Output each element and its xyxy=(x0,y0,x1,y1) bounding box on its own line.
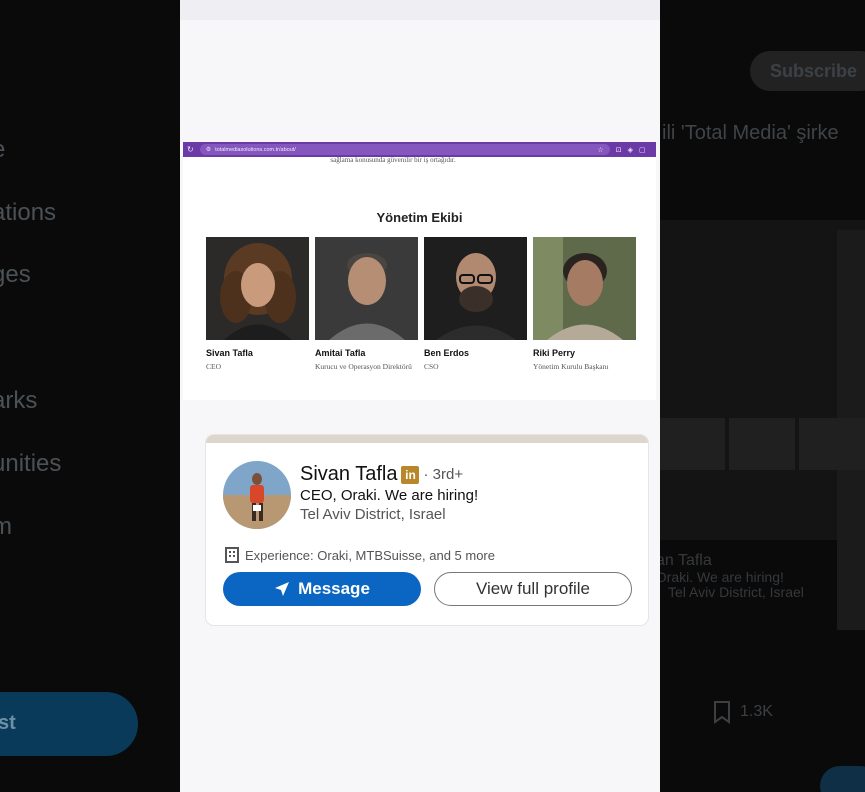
profile-name[interactable]: Sivan Tafla xyxy=(300,463,397,486)
member-role: Yönetim Kurulu Başkanı xyxy=(533,362,609,371)
experience-text: Experience: Oraki, MTBSuisse, and 5 more xyxy=(245,547,495,563)
member-photo xyxy=(315,237,418,340)
top-strip xyxy=(180,0,660,20)
bookmark-icon xyxy=(714,701,730,724)
bg-nav-item: arks xyxy=(0,387,38,414)
send-icon xyxy=(275,582,290,596)
bg-card-location: Tel Aviv District, Israel xyxy=(668,584,804,600)
bg-post-button: st xyxy=(0,692,138,756)
linkedin-badge: in xyxy=(401,465,420,484)
bg-tweet-text: ili 'Total Media' şirke xyxy=(662,122,839,144)
profile-headline: CEO, Oraki. We are hiring! xyxy=(300,487,479,504)
profile-card: Sivan Tafla in · 3rd+ CEO, Oraki. We are… xyxy=(206,435,648,625)
team-member: Riki Perry Yönetim Kurulu Başkanı xyxy=(533,237,636,373)
member-name: Ben Erdos xyxy=(424,348,470,358)
bg-nav-item: ations xyxy=(0,199,57,226)
name-row: Sivan Tafla in · 3rd+ xyxy=(300,463,463,486)
bg-bubble xyxy=(820,766,865,792)
tune-icon: ⚙ xyxy=(205,147,212,153)
message-button[interactable]: Message xyxy=(223,572,421,606)
bg-bookmark: 1.3K xyxy=(712,700,773,724)
section-title: Yönetim Ekibi xyxy=(376,210,463,225)
team-member: Sivan Tafla CEO xyxy=(206,237,309,373)
member-role: Kurucu ve Operasyon Direktörü xyxy=(315,362,412,371)
member-role: CEO xyxy=(206,362,221,371)
member-photo xyxy=(424,237,527,340)
bg-nav-item: ges xyxy=(0,261,31,288)
url-text: totalmediasolutions.com.tr/about/ xyxy=(215,146,296,153)
bg-nav-item: unities xyxy=(0,450,62,477)
avatar xyxy=(223,461,291,529)
card-topbar xyxy=(206,435,648,443)
bg-card-headline: , Oraki. We are hiring! xyxy=(648,569,784,585)
bg-media xyxy=(659,220,865,630)
team-member: Amitai Tafla Kurucu ve Operasyon Direktö… xyxy=(315,237,418,373)
bg-nav-item: e xyxy=(0,136,5,164)
image-viewer: ↻ ⚙ totalmediasolutions.com.tr/about/ ☆ … xyxy=(180,0,660,792)
profile-location: Tel Aviv District, Israel xyxy=(300,506,446,523)
member-name: Riki Perry xyxy=(533,348,576,358)
star-icon: ☆ xyxy=(597,146,604,154)
experience-row: Experience: Oraki, MTBSuisse, and 5 more xyxy=(225,547,495,563)
member-photo xyxy=(533,237,636,340)
bookmark-count: 1.3K xyxy=(740,703,773,720)
url-bar: ⚙ totalmediasolutions.com.tr/about/ ☆ xyxy=(199,144,610,155)
bg-photos xyxy=(659,418,865,470)
reload-icon: ↻ xyxy=(187,145,194,154)
partial-text: sağlama konusunda güvenilir bir iş ortağ… xyxy=(330,156,456,164)
team-member: Ben Erdos CSO xyxy=(424,237,527,373)
team-grid: Sivan Tafla CEO Amitai Tafla Kurucu ve O… xyxy=(206,237,636,373)
view-profile-label: View full profile xyxy=(475,579,591,598)
extension-icon: ⊡ xyxy=(615,146,622,154)
pin-icon: ◈ xyxy=(627,146,633,154)
bg-card-name: van Tafla xyxy=(648,552,712,569)
member-role: CSO xyxy=(424,362,439,371)
browser-bar: ↻ ⚙ totalmediasolutions.com.tr/about/ ☆ … xyxy=(183,142,656,157)
website-screenshot: ↻ ⚙ totalmediasolutions.com.tr/about/ ☆ … xyxy=(183,142,656,400)
building-icon xyxy=(225,547,239,563)
member-photo xyxy=(206,237,309,340)
bg-card-echo: van Tafla , Oraki. We are hiring! Tel Av… xyxy=(648,552,804,600)
member-name: Sivan Tafla xyxy=(206,348,253,358)
bg-subscribe-button: Subscribe xyxy=(750,51,865,91)
window-icon: ▢ xyxy=(638,146,646,154)
connection-degree: · 3rd+ xyxy=(423,466,464,483)
view-full-profile-button[interactable]: View full profile xyxy=(434,572,632,606)
bg-nav-item: m xyxy=(0,513,12,540)
message-label: Message xyxy=(298,579,370,598)
member-name: Amitai Tafla xyxy=(315,348,366,358)
